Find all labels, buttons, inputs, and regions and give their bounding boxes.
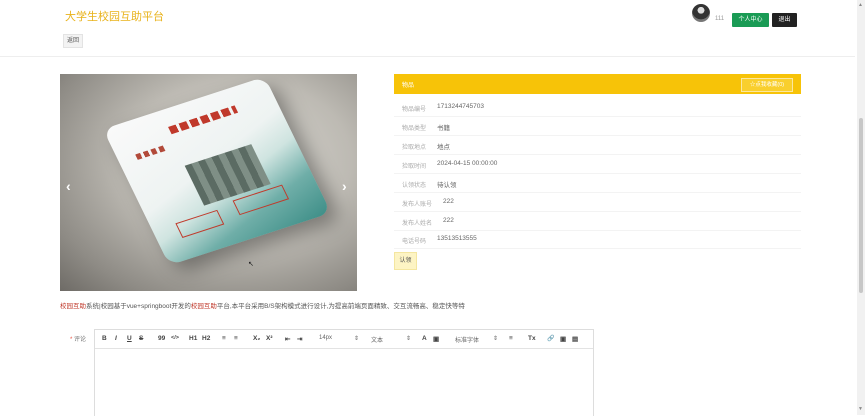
- bullet-list-icon[interactable]: ≡: [234, 335, 238, 342]
- subscript-icon[interactable]: X₂: [253, 335, 260, 342]
- username: 111: [715, 16, 725, 22]
- description-segment: 平台,本平台采用B/S架构模式进行设计,为提高前端页面精致、交互流畅高、稳定快等…: [216, 303, 465, 310]
- info-value: 待认领: [437, 182, 457, 189]
- info-value: 13513513555: [437, 235, 477, 242]
- comment-label-text: 评论: [74, 337, 87, 343]
- scrollbar-thumb[interactable]: [859, 118, 863, 293]
- link-icon[interactable]: 🔗: [547, 335, 554, 342]
- header-dropdown-icon[interactable]: ⇕: [406, 335, 411, 342]
- info-row: 认领状态 待认领: [394, 174, 801, 193]
- indent-icon[interactable]: ⇥: [297, 335, 302, 343]
- card-motto-mark: [135, 145, 167, 160]
- font-family-select[interactable]: 标准字体: [455, 335, 479, 344]
- info-value: 2024-04-15 00:00:00: [437, 160, 498, 167]
- heading1-icon[interactable]: H1: [189, 335, 197, 342]
- info-value: 书籍: [437, 125, 450, 132]
- item-panel-title: 物品: [402, 83, 415, 89]
- code-icon[interactable]: </>: [171, 335, 179, 341]
- heading2-icon[interactable]: H2: [202, 335, 210, 342]
- back-button[interactable]: 返回: [63, 34, 83, 48]
- info-label: 认领状态: [402, 183, 427, 189]
- image-icon[interactable]: ▣: [560, 335, 566, 343]
- info-label: 捡取地点: [402, 145, 427, 151]
- info-row: 电话号码 13513513555: [394, 230, 801, 249]
- ordered-list-icon[interactable]: ≡: [222, 335, 226, 342]
- item-panel-header: 物品 ☆点我收藏(0): [394, 74, 801, 94]
- header-select[interactable]: 文本: [371, 335, 383, 344]
- carousel-next-icon[interactable]: ›: [342, 178, 347, 194]
- description-highlight: 校园互助: [190, 303, 217, 310]
- info-label: 物品类型: [402, 126, 427, 132]
- info-label: 电话号码: [402, 239, 427, 245]
- info-value: 1713244745703: [437, 103, 484, 110]
- info-row: 物品编号 1713244745703: [394, 98, 801, 117]
- italic-icon[interactable]: I: [115, 335, 117, 342]
- strike-icon[interactable]: S: [139, 335, 143, 342]
- card-stamp-left: [175, 209, 225, 238]
- top-header: 大学生校园互助平台 返回 111 个人中心 退出: [0, 0, 855, 57]
- mouse-cursor-icon: ↖: [248, 261, 254, 268]
- carousel-prev-icon[interactable]: ‹: [66, 178, 71, 194]
- description-text: 校园互助系统|校园基于vue+springboot开发的校园互助平台,本平台采用…: [60, 300, 465, 310]
- superscript-icon[interactable]: X²: [266, 335, 273, 342]
- logout-button[interactable]: 退出: [772, 13, 797, 27]
- required-mark: *: [70, 337, 73, 343]
- outdent-icon[interactable]: ⇤: [285, 335, 290, 343]
- info-value: 222: [443, 217, 454, 224]
- align-icon[interactable]: ≡: [509, 335, 513, 342]
- size-dropdown-icon[interactable]: ⇕: [354, 335, 359, 342]
- info-row: 发布人姓名 222: [394, 212, 801, 231]
- info-label: 捡取时间: [402, 164, 427, 170]
- description-segment: 系统|校园基于vue+springboot开发的: [86, 303, 191, 310]
- info-label: 物品编号: [402, 107, 427, 113]
- comment-editor[interactable]: B I U S 99 </> H1 H2 ≡ ≡ X₂ X² ⇤ ⇥ 14px …: [94, 329, 594, 416]
- avatar[interactable]: [692, 4, 710, 22]
- clear-format-icon[interactable]: Tx: [528, 335, 536, 342]
- scroll-down-icon[interactable]: ▼: [858, 406, 863, 412]
- info-label: 发布人账号: [402, 202, 433, 208]
- info-row: 物品类型 书籍: [394, 117, 801, 136]
- info-row: 发布人账号 222: [394, 193, 801, 212]
- image-carousel[interactable]: ‹ ›: [60, 74, 357, 291]
- card-school-name-mark: [167, 105, 239, 135]
- video-icon[interactable]: ▤: [572, 335, 578, 343]
- editor-toolbar: B I U S 99 </> H1 H2 ≡ ≡ X₂ X² ⇤ ⇥ 14px …: [95, 330, 593, 349]
- text-color-icon[interactable]: A: [422, 335, 427, 342]
- info-label: 发布人姓名: [402, 221, 433, 227]
- claim-button[interactable]: 认领: [394, 252, 417, 270]
- font-dropdown-icon[interactable]: ⇕: [493, 335, 498, 342]
- scroll-up-icon[interactable]: ▲: [858, 2, 863, 8]
- favorite-button[interactable]: ☆点我收藏(0): [741, 78, 793, 92]
- font-size-select[interactable]: 14px: [319, 335, 332, 341]
- info-value: 222: [443, 198, 454, 205]
- item-photo-card: [102, 76, 332, 266]
- quote-icon[interactable]: 99: [158, 335, 165, 342]
- description-highlight: 校园互助: [60, 303, 86, 310]
- bold-icon[interactable]: B: [102, 335, 107, 342]
- info-row: 捡取地点 地点: [394, 136, 801, 155]
- background-color-icon[interactable]: ▣: [433, 335, 439, 343]
- comment-label: * 评论: [70, 334, 86, 343]
- info-value: 地点: [437, 144, 450, 151]
- underline-icon[interactable]: U: [127, 335, 132, 342]
- profile-center-button[interactable]: 个人中心: [732, 13, 769, 27]
- site-title[interactable]: 大学生校园互助平台: [65, 8, 164, 24]
- info-row: 捡取时间 2024-04-15 00:00:00: [394, 155, 801, 174]
